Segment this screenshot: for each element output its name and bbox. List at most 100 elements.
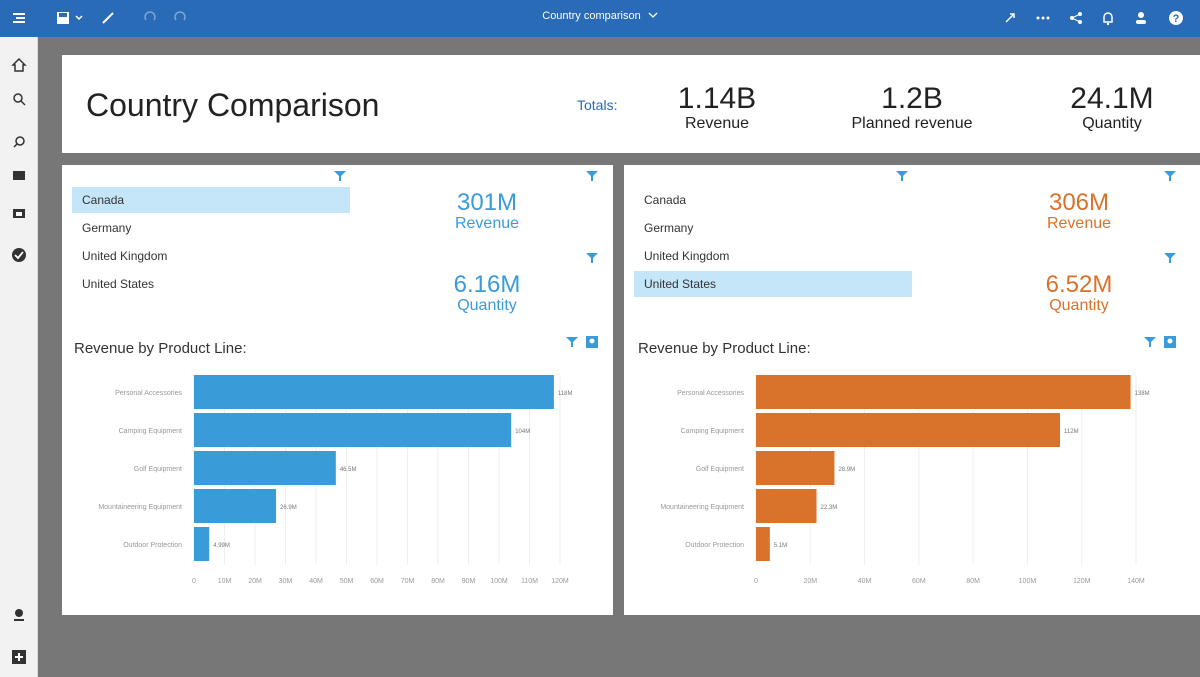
quantity-kpi: 6.16M Quantity — [417, 273, 557, 315]
user-icon[interactable] — [1131, 8, 1151, 28]
bar — [756, 375, 1131, 409]
country-list-item[interactable]: United States — [634, 271, 912, 297]
kpi-label: Planned revenue — [851, 115, 973, 132]
data-label: 28.9M — [838, 467, 855, 473]
x-tick-label: 0 — [192, 578, 196, 585]
x-tick-label: 20M — [803, 578, 817, 585]
data-label: 138M — [1135, 391, 1150, 397]
header-panel: Country Comparison Totals: 1.14B Revenue… — [62, 55, 1200, 153]
home-icon[interactable] — [9, 55, 29, 75]
bar — [194, 413, 512, 447]
new-icon[interactable] — [9, 647, 29, 667]
category-label: Mountaineering Equipment — [98, 504, 182, 511]
kpi-value: 306M — [1048, 189, 1110, 216]
kpi-label: Quantity — [1049, 297, 1109, 314]
country-list-item[interactable]: Canada — [72, 187, 350, 213]
filter-icon[interactable] — [586, 251, 598, 263]
x-tick-label: 80M — [966, 578, 980, 585]
data-label: 22.3M — [821, 505, 838, 511]
help-icon[interactable]: ? — [1166, 8, 1186, 28]
bar — [194, 527, 210, 561]
data-label: 4.99M — [213, 543, 230, 549]
drill-icon[interactable] — [586, 335, 598, 348]
dashboard-title-dropdown[interactable]: Country comparison — [0, 10, 1200, 22]
team-content-icon[interactable] — [9, 203, 29, 223]
app-toolbar: Country comparison ? — [0, 0, 1200, 37]
share-icon[interactable] — [1066, 8, 1086, 28]
bar-chart-left: 0 10M 20M 30M 40M 50M 60M 70M 80M 90M 100M 110M 120M… — [98, 375, 573, 585]
country-panel-left: Canada Germany United Kingdom United Sta… — [62, 165, 613, 615]
country-panel-right: Canada Germany United Kingdom United Sta… — [624, 165, 1200, 615]
search-icon[interactable] — [9, 89, 29, 109]
chart-title: Revenue by Product Line: — [74, 340, 247, 357]
dashboard-canvas: Country Comparison Totals: 1.14B Revenue… — [38, 37, 1200, 677]
kpi-label: Revenue — [684, 115, 750, 132]
filter-icon[interactable] — [566, 335, 578, 347]
kpi-planned-revenue: 1.2B Planned revenue — [832, 83, 992, 133]
kpi-value: 301M — [456, 189, 518, 216]
filter-icon[interactable] — [334, 169, 346, 181]
kpi-quantity: 24.1M Quantity — [1042, 83, 1182, 133]
kpi-label: Quantity — [1082, 115, 1142, 132]
filter-icon[interactable] — [1164, 169, 1176, 181]
x-tick-label: 0 — [754, 578, 758, 585]
country-list-item[interactable]: Germany — [634, 215, 912, 241]
x-tick-label: 60M — [912, 578, 926, 585]
chevron-down-icon — [648, 10, 658, 22]
x-tick-label: 120M — [551, 578, 569, 585]
filter-icon[interactable] — [1144, 335, 1156, 347]
x-tick-label: 80M — [431, 578, 445, 585]
x-tick-label: 50M — [340, 578, 354, 585]
dashboard-title: Country comparison — [542, 10, 641, 22]
data-label: 118M — [558, 391, 573, 397]
country-list-item[interactable]: Canada — [634, 187, 912, 213]
country-list-item[interactable]: United States — [72, 271, 350, 297]
x-tick-label: 100M — [1019, 578, 1037, 585]
recent-icon[interactable] — [9, 132, 29, 152]
category-label: Camping Equipment — [681, 428, 744, 435]
kpi-label: Revenue — [1046, 215, 1112, 232]
x-tick-label: 60M — [370, 578, 384, 585]
bar — [756, 489, 817, 523]
expand-icon[interactable] — [1000, 8, 1020, 28]
kpi-label: Quantity — [457, 297, 517, 314]
my-content-icon[interactable] — [9, 165, 29, 185]
x-tick-label: 30M — [279, 578, 293, 585]
data-label: 46.5M — [340, 467, 357, 473]
kpi-label: Revenue — [454, 215, 520, 232]
category-label: Camping Equipment — [119, 428, 182, 435]
bar — [756, 413, 1060, 447]
kpi-revenue: 1.14B Revenue — [647, 83, 787, 133]
page-title: Country Comparison — [86, 87, 380, 123]
quantity-kpi: 6.52M Quantity — [1009, 273, 1149, 315]
category-label: Golf Equipment — [696, 466, 744, 473]
category-label: Outdoor Protection — [685, 542, 744, 549]
country-list-item[interactable]: Germany — [72, 215, 350, 241]
country-list-item[interactable]: United Kingdom — [634, 243, 912, 269]
x-tick-label: 70M — [401, 578, 415, 585]
chart-title: Revenue by Product Line: — [638, 340, 811, 357]
data-label: 26.9M — [280, 505, 297, 511]
bell-icon[interactable] — [1098, 8, 1118, 28]
bar — [194, 375, 554, 409]
kpi-value: 1.14B — [677, 82, 757, 115]
bar-chart-right: 0 20M 40M 60M 80M 100M 120M 140M Personal Access… — [660, 375, 1150, 585]
check-circle-icon[interactable] — [9, 245, 29, 265]
drill-icon[interactable] — [1164, 335, 1176, 348]
kpi-value: 6.52M — [1045, 271, 1113, 298]
x-tick-label: 10M — [218, 578, 232, 585]
country-list-item[interactable]: United Kingdom — [72, 243, 350, 269]
data-label: 112M — [1064, 429, 1079, 435]
manage-icon[interactable] — [9, 605, 29, 625]
filter-icon[interactable] — [586, 169, 598, 181]
svg-text:?: ? — [1173, 13, 1180, 25]
totals-label: Totals: — [577, 97, 618, 113]
category-label: Personal Accessories — [677, 390, 744, 397]
x-tick-label: 120M — [1073, 578, 1091, 585]
filter-icon[interactable] — [1164, 251, 1176, 263]
category-label: Golf Equipment — [134, 466, 182, 473]
more-options-icon[interactable] — [1033, 8, 1053, 28]
bar — [756, 527, 770, 561]
filter-icon[interactable] — [896, 169, 908, 181]
x-tick-label: 90M — [462, 578, 476, 585]
